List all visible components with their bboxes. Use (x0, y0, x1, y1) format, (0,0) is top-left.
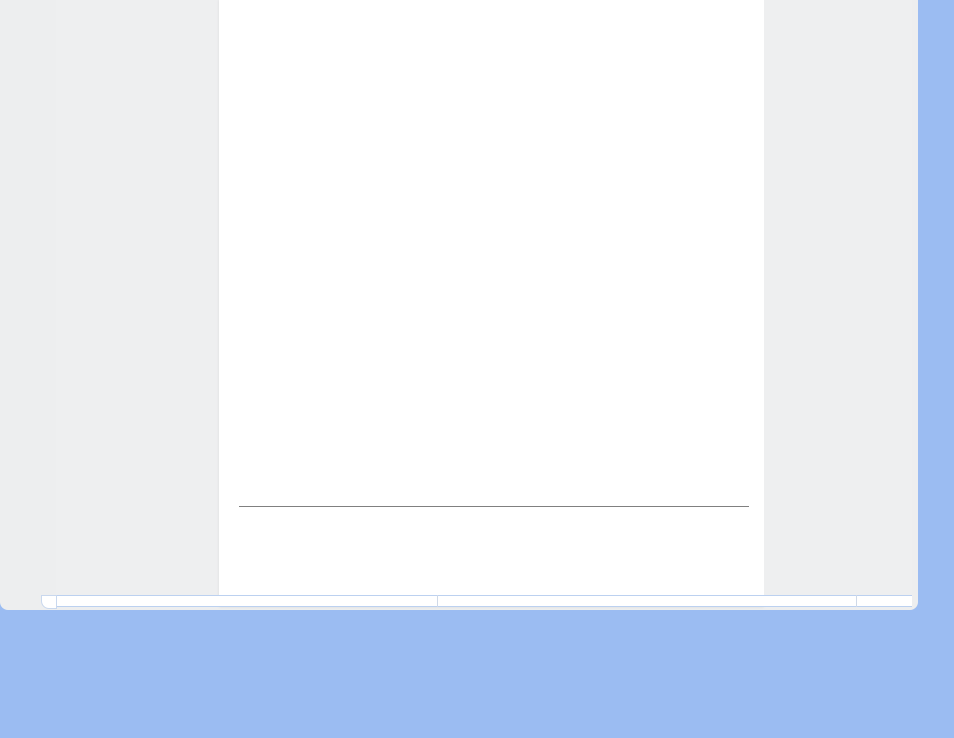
left-margin-area (56, 0, 219, 607)
ruler-tick-right (856, 595, 857, 607)
ruler-corner (41, 595, 57, 609)
document-canvas (0, 0, 918, 610)
right-margin-area (764, 0, 912, 607)
horizontal-separator (239, 506, 749, 507)
document-page[interactable] (219, 0, 764, 607)
ruler-tick-center (437, 595, 438, 607)
page-content-area[interactable] (219, 0, 764, 607)
page-boundary-ruler (57, 595, 912, 607)
